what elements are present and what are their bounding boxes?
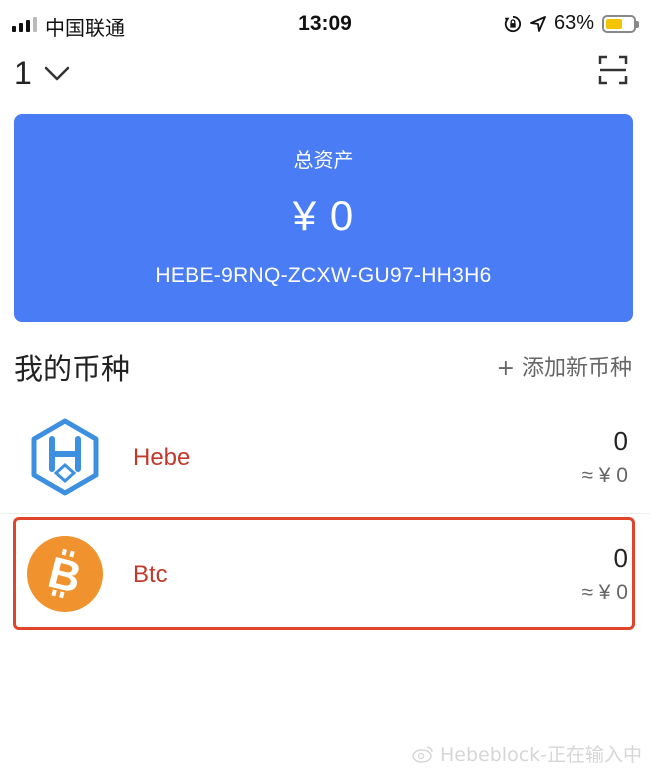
scan-icon[interactable] xyxy=(598,55,628,85)
wallet-selector[interactable]: 1 xyxy=(14,55,70,92)
battery-icon xyxy=(602,14,639,33)
watermark-text: Hebeblock-正在输入中 xyxy=(440,744,642,766)
coin-row-btc[interactable]: B Btc 0 ≈ ¥ 0 xyxy=(0,517,650,631)
coin-name: Hebe xyxy=(133,444,191,471)
coin-fiat-value: ≈ ¥ 0 xyxy=(581,464,628,487)
rotation-lock-icon xyxy=(504,15,521,32)
total-assets-label: 总资产 xyxy=(293,148,354,172)
add-coin-button[interactable]: + 添加新币种 xyxy=(497,350,632,382)
bitcoin-icon: B xyxy=(27,536,103,612)
coin-row-hebe[interactable]: Hebe 0 ≈ ¥ 0 xyxy=(0,400,650,514)
total-assets-value: ¥ 0 xyxy=(292,192,355,239)
battery-level xyxy=(606,18,622,29)
watermark: Hebeblock-正在输入中 xyxy=(412,740,642,767)
total-assets-card[interactable]: 总资产 ¥ 0 HEBE-9RNQ-ZCXW-GU97-HH3H6 xyxy=(14,114,633,322)
coin-fiat-value: ≈ ¥ 0 xyxy=(581,581,628,604)
coin-name: Btc xyxy=(133,561,168,588)
status-right-group: 63% xyxy=(504,12,639,35)
chevron-down-icon xyxy=(44,66,70,80)
status-bar: 中国联通 13:09 63% xyxy=(0,0,650,48)
my-coins-title: 我的币种 xyxy=(14,352,131,386)
hebe-logo-icon xyxy=(31,418,99,496)
location-arrow-icon xyxy=(530,15,546,32)
coin-amount: 0 xyxy=(613,543,628,573)
weibo-icon xyxy=(412,745,433,763)
coin-amount: 0 xyxy=(613,426,628,456)
wallet-address[interactable]: HEBE-9RNQ-ZCXW-GU97-HH3H6 xyxy=(14,264,633,288)
wallet-name: 1 xyxy=(14,55,32,91)
battery-percent: 63% xyxy=(553,12,594,34)
